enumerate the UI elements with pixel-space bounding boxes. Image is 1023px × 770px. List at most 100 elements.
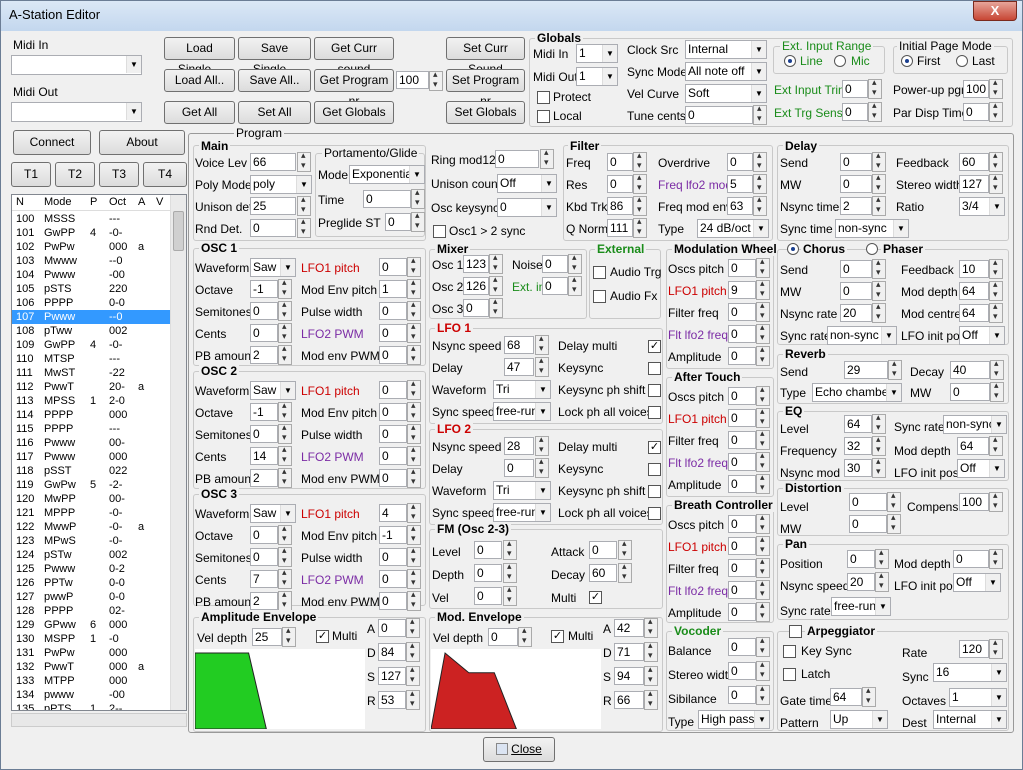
lfo1-lock_ph-checkbox[interactable] (648, 406, 661, 419)
lfo1-nsync-spinner[interactable] (535, 333, 549, 355)
chorus-send-spinner[interactable] (872, 257, 886, 279)
modwheel-lfo1_pitch-input[interactable]: 9 (728, 281, 756, 299)
sync-mode-select[interactable]: All note off ▼ (685, 62, 767, 81)
list-item[interactable]: 132 PwwT 000 a (12, 660, 172, 674)
osc3-pulse_width-input[interactable]: 0 (379, 548, 407, 566)
lfo1-nsync-input[interactable]: 68 (504, 336, 534, 354)
filter-freq-spinner[interactable] (633, 150, 647, 172)
list-item[interactable]: 106 PPPP 0-0 (12, 296, 172, 310)
osc1-semitones-input[interactable]: 0 (250, 302, 278, 320)
breath-oscs_pitch-input[interactable]: 0 (728, 515, 756, 533)
mixer-osc3-spinner[interactable] (489, 296, 503, 318)
mic-radio[interactable] (834, 55, 846, 67)
osc2-cents-spinner[interactable] (278, 444, 292, 466)
globals-midi-out-select[interactable]: 1 ▼ (576, 67, 618, 86)
midi-in-select[interactable]: ▼ (11, 55, 142, 75)
reverb-decay-input[interactable]: 40 (950, 361, 990, 379)
modwheel-flt_lfo2_freq-spinner[interactable] (756, 322, 770, 344)
program-nr-spinner[interactable] (429, 69, 443, 91)
lfo2-waveform-select[interactable]: Tri ▼ (493, 481, 551, 500)
osc1-2-sync-checkbox[interactable] (433, 225, 446, 238)
arp-rate-spinner[interactable] (989, 637, 1003, 659)
eq-level-input[interactable]: 64 (844, 415, 872, 433)
list-item[interactable]: 101 GwPP 4 -0- (12, 226, 172, 240)
scrollbar-thumb[interactable] (173, 211, 184, 251)
lfo2-sync-select[interactable]: free-run ▼ (493, 503, 551, 522)
get-globals-button[interactable]: Get Globals (314, 101, 394, 124)
eq-sync-rate-select[interactable]: non-sync ▼ (943, 415, 1007, 434)
osc3-lfo2_pwm-input[interactable]: 0 (379, 570, 407, 588)
osc1-octave-spinner[interactable] (278, 277, 292, 299)
mod-d-input[interactable]: 71 (614, 643, 644, 661)
col-mode-header[interactable]: Mode (44, 196, 72, 208)
powerup-pgm-spinner[interactable] (989, 77, 1003, 99)
tune-cents-spinner[interactable] (753, 103, 767, 125)
set-program-nr-button[interactable]: Set Program nr (446, 69, 525, 108)
lfo2-delay-input[interactable]: 0 (504, 459, 534, 477)
mod-r-input[interactable]: 66 (614, 691, 644, 709)
osc3-cents-spinner[interactable] (278, 567, 292, 589)
pan-nsync-spinner[interactable] (875, 570, 889, 592)
filter-freq-input[interactable]: 0 (607, 153, 633, 171)
lfo1-delay_multi-checkbox[interactable]: ✓ (648, 340, 661, 353)
osc2-pb_amount-input[interactable]: 2 (250, 469, 278, 487)
arp-enable-checkbox[interactable] (789, 625, 802, 638)
fm-depth-input[interactable]: 0 (474, 564, 502, 582)
poly-mode-select[interactable]: poly ▼ (250, 175, 312, 194)
list-item[interactable]: 128 PPPP 02- (12, 604, 172, 618)
mixer-noise-spinner[interactable] (568, 252, 582, 274)
filter-res-input[interactable]: 0 (607, 175, 633, 193)
ext-input-trim-spinner[interactable] (868, 77, 882, 99)
lfo1-waveform-select[interactable]: Tri ▼ (493, 380, 551, 399)
pan-lfo-init-select[interactable]: Off ▼ (953, 573, 1001, 592)
list-item[interactable]: 109 GwPP 4 -0- (12, 338, 172, 352)
osc3-octave-spinner[interactable] (278, 523, 292, 545)
col-p-header[interactable]: P (90, 196, 97, 208)
eq-level-spinner[interactable] (872, 412, 886, 434)
delay-nsync-spinner[interactable] (872, 194, 886, 216)
eq-mod-depth-input[interactable]: 64 (957, 437, 989, 455)
osc3-octave-input[interactable]: 0 (250, 526, 278, 544)
arp-rate-input[interactable]: 120 (959, 640, 989, 658)
fm-decay-spinner[interactable] (618, 561, 632, 583)
pattern-select[interactable]: Up ▼ (830, 710, 888, 729)
pan-position-input[interactable]: 0 (847, 550, 875, 568)
chorus-mod-depth-spinner[interactable] (989, 279, 1003, 301)
voice-lev-input[interactable]: 66 (250, 153, 296, 171)
aftertouch-flt_lfo2_freq-spinner[interactable] (756, 450, 770, 472)
chorus-send-input[interactable]: 0 (840, 260, 872, 278)
dest-select[interactable]: Internal ▼ (933, 710, 1007, 729)
first-radio[interactable] (901, 55, 913, 67)
powerup-pgm-input[interactable]: 100 (963, 80, 989, 98)
col-a-header[interactable]: A (138, 196, 145, 208)
distortion-level-spinner[interactable] (887, 490, 901, 512)
amp-vel-depth-spinner[interactable] (282, 625, 296, 647)
chorus-mod-depth-input[interactable]: 64 (959, 282, 989, 300)
osc2-waveform-select[interactable]: Saw ▼ (250, 381, 296, 400)
osc3-mod_env_pitch-input[interactable]: -1 (379, 526, 407, 544)
chorus-mw-spinner[interactable] (872, 279, 886, 301)
osc1-pb_amount-input[interactable]: 2 (250, 346, 278, 364)
col-n-header[interactable]: N (16, 196, 24, 208)
ring-mod-input[interactable]: 0 (495, 150, 539, 168)
aftertouch-amplitude-spinner[interactable] (756, 472, 770, 494)
gate-time-spinner[interactable] (862, 685, 876, 707)
mixer-osc2-input[interactable]: 126 (463, 277, 489, 295)
kbd-trk-spinner[interactable] (633, 194, 647, 216)
list-item[interactable]: 127 pwwP 0-0 (12, 590, 172, 604)
connect-button[interactable]: Connect (13, 130, 91, 155)
freq-mod-env-spinner[interactable] (753, 194, 767, 216)
osc1-cents-input[interactable]: 0 (250, 324, 278, 342)
midi-out-select[interactable]: ▼ (11, 102, 142, 122)
par-disp-time-spinner[interactable] (989, 100, 1003, 122)
osc2-mod_env_pitch-input[interactable]: 0 (379, 403, 407, 421)
amp-s-input[interactable]: 127 (378, 667, 406, 685)
modwheel-flt_lfo2_freq-input[interactable]: 0 (728, 325, 756, 343)
list-scrollbar[interactable] (170, 195, 186, 710)
load-all-button[interactable]: Load All.. (164, 69, 235, 92)
arp-sync-select[interactable]: 16 ▼ (933, 663, 1007, 682)
list-item[interactable]: 135 pPTS 1 2-- (12, 702, 172, 710)
delay-send-input[interactable]: 0 (840, 153, 872, 171)
unison-det-spinner[interactable] (297, 194, 311, 216)
phaser-radio[interactable] (866, 243, 878, 255)
